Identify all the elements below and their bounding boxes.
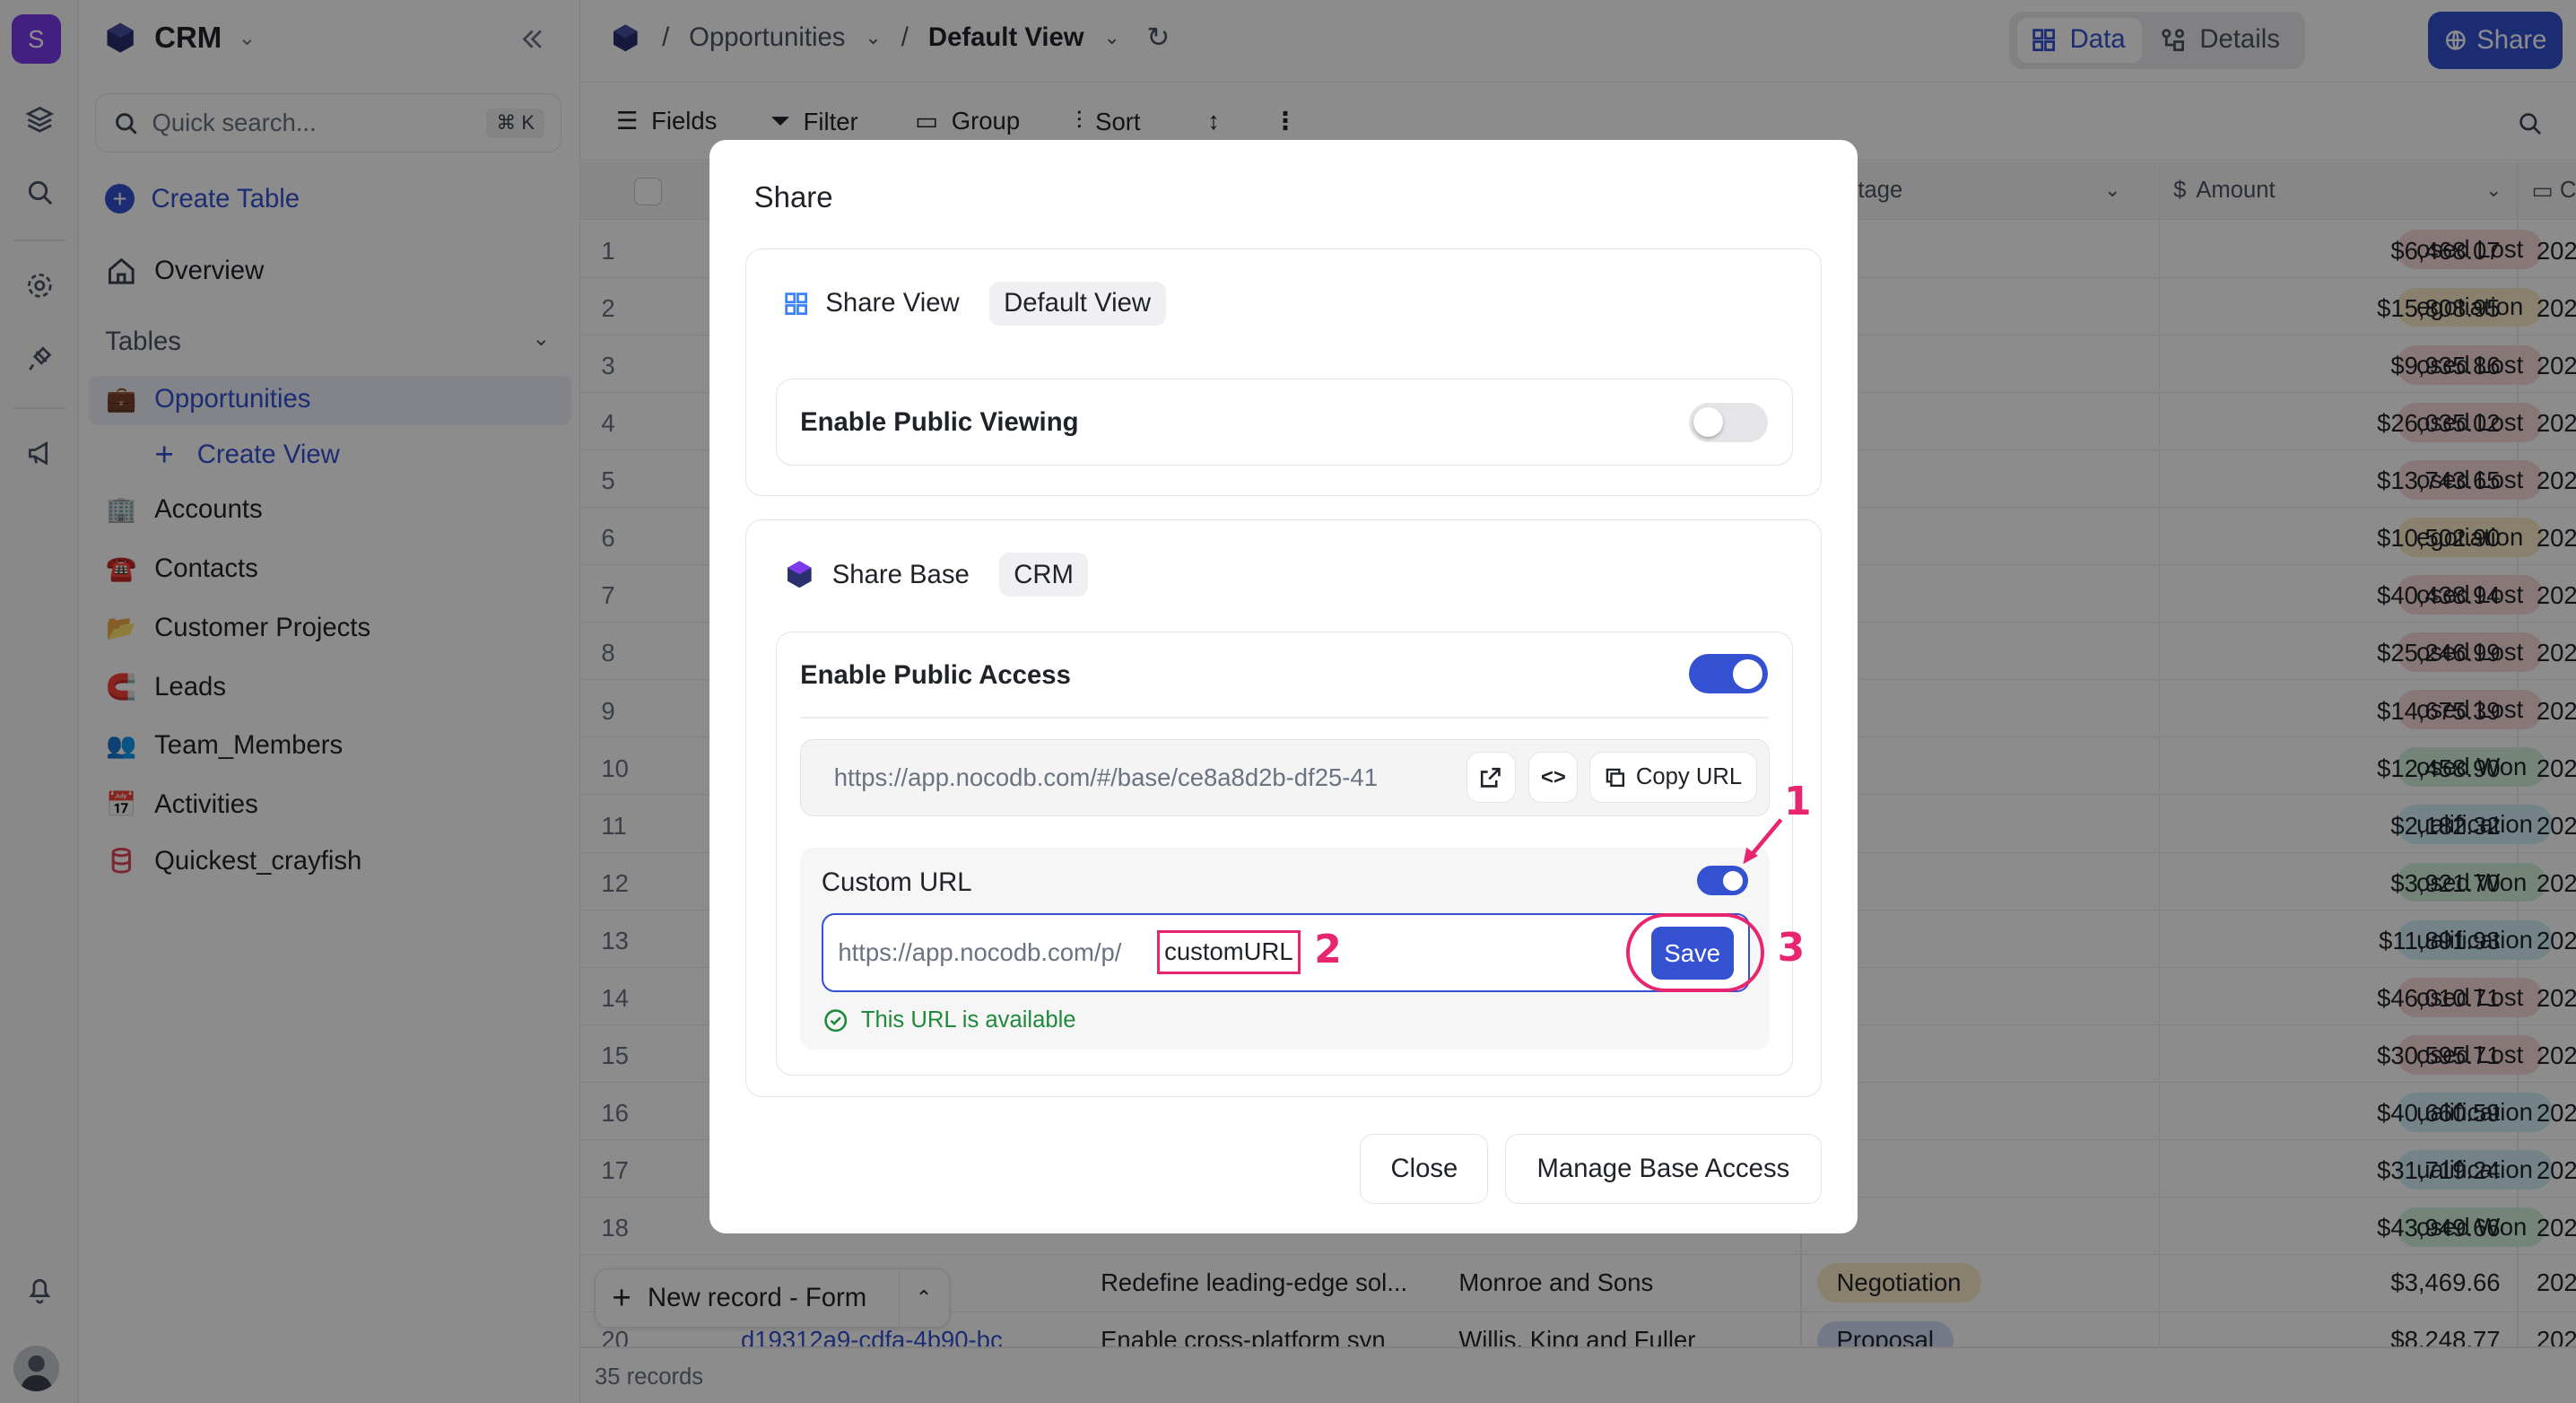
- public-viewing-label: Enable Public Viewing: [800, 407, 1079, 438]
- annotation-save-ring: [1626, 913, 1765, 993]
- share-base-label: Share Base: [831, 559, 970, 589]
- base-cube-icon: [787, 561, 812, 588]
- view-name-tag: Default View: [988, 282, 1166, 326]
- available-text: This URL is available: [860, 1006, 1076, 1033]
- manage-base-access-button[interactable]: Manage Base Access: [1504, 1133, 1823, 1205]
- share-view-label: Share View: [825, 288, 960, 318]
- custom-url-prefix: https://app.nocodb.com/p/: [838, 938, 1122, 967]
- share-view-header: Share View Default View: [783, 282, 1166, 326]
- share-modal: Share Share View Default View Enable Pub…: [709, 139, 1858, 1234]
- modal-title: Share: [753, 180, 833, 214]
- public-url-text[interactable]: https://app.nocodb.com/#/base/ce8a8d2b-d…: [834, 763, 1455, 792]
- embed-code-icon[interactable]: <>: [1528, 752, 1579, 803]
- custom-url-value[interactable]: customURL: [1156, 929, 1301, 974]
- public-viewing-toggle[interactable]: [1688, 402, 1768, 442]
- copy-url-label: Copy URL: [1635, 764, 1743, 789]
- public-access-panel: Enable Public Access https://app.nocodb.…: [776, 632, 1794, 1076]
- copy-icon: [1606, 768, 1625, 787]
- close-button[interactable]: Close: [1360, 1133, 1489, 1205]
- url-available-message: This URL is available: [823, 1007, 1076, 1033]
- share-view-card: Share View Default View Enable Public Vi…: [745, 248, 1823, 497]
- custom-url-toggle[interactable]: [1697, 866, 1748, 896]
- public-url-box: https://app.nocodb.com/#/base/ce8a8d2b-d…: [800, 739, 1770, 817]
- public-viewing-row: Enable Public Viewing: [776, 379, 1794, 466]
- open-external-icon[interactable]: [1466, 752, 1516, 803]
- custom-url-label: Custom URL: [821, 867, 972, 898]
- annotation-arrow-icon: [1743, 818, 1783, 865]
- annotation-1: 1: [1784, 779, 1812, 825]
- share-base-header: Share Base CRM: [783, 553, 1089, 597]
- check-circle-icon: [824, 1008, 847, 1032]
- annotation-3: 3: [1777, 925, 1806, 972]
- divider: [800, 716, 1768, 719]
- base-name-tag: CRM: [998, 553, 1089, 597]
- grid-icon: [785, 292, 807, 315]
- app-root: S CRM ⌄ Quick search... ⌘ K + Create Tab…: [0, 0, 2576, 1403]
- annotation-2: 2: [1314, 926, 1342, 972]
- public-access-toggle[interactable]: [1688, 654, 1768, 694]
- copy-url-button[interactable]: Copy URL: [1589, 752, 1757, 803]
- public-access-label: Enable Public Access: [800, 660, 1071, 691]
- share-base-card: Share Base CRM Enable Public Access http…: [745, 518, 1823, 1098]
- custom-url-section: Custom URL https://app.nocodb.com/p/ cus…: [800, 848, 1770, 1050]
- custom-url-input[interactable]: https://app.nocodb.com/p/ customURL Save: [821, 913, 1750, 993]
